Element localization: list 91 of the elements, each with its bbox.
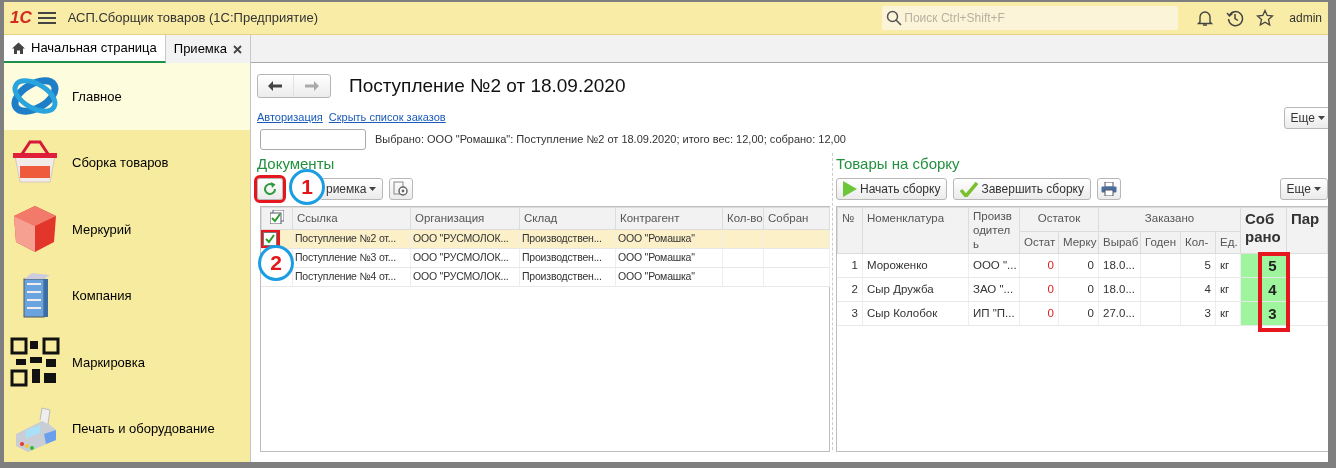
table-cell: ИП "П... (968, 301, 1020, 326)
forward-arrow-icon (305, 81, 319, 92)
table-cell: 5 (1180, 253, 1216, 278)
play-icon (843, 181, 857, 197)
table-cell: ООО "РУСМОЛОК... (410, 248, 520, 268)
selection-summary: Выбрано: ООО "Ромашка": Поступление №2 от 18.09.2020; итого вес: 12,00; собрано: 12,00 (375, 131, 846, 147)
refresh-icon (263, 182, 277, 196)
table-cell: Поступление №4 от... (292, 267, 411, 287)
logo: 1С (10, 7, 32, 30)
column-header[interactable]: Склад (519, 207, 616, 230)
table-cell: ООО "... (968, 253, 1020, 278)
sidebar-item[interactable]: Меркурий (4, 196, 250, 263)
sidebar-item[interactable]: Маркировка (4, 329, 250, 396)
callout-marker: 1 (289, 168, 325, 205)
table-cell: Производствен... (519, 267, 616, 287)
caret-icon (1318, 115, 1325, 120)
table-cell: ООО "Ромашка" (615, 267, 723, 287)
input-field[interactable] (260, 128, 366, 150)
search-field[interactable]: Поиск Ctrl+Shift+F (882, 6, 1179, 30)
tab[interactable]: Приемка (165, 35, 251, 63)
column-header[interactable]: Ссылка (292, 207, 411, 230)
table-cell: 0 (1019, 253, 1059, 278)
column-header[interactable]: № (837, 207, 863, 254)
column-header[interactable]: Производитель (968, 207, 1020, 254)
back-arrow-icon (268, 81, 283, 92)
settings-button[interactable] (389, 178, 414, 200)
caret-icon (369, 187, 377, 191)
star-icon[interactable] (1256, 9, 1275, 27)
panel-title: Товары на сборку (836, 153, 961, 174)
check-all-icon[interactable] (270, 210, 284, 224)
caret-icon (1314, 187, 1321, 191)
sidebar-item[interactable]: Сборка товаров (4, 129, 250, 196)
print-button[interactable] (1096, 178, 1121, 200)
table-cell: Мороженко (862, 253, 969, 278)
table-cell: 18.0... (1098, 253, 1141, 278)
table-cell: 0 (1058, 301, 1099, 326)
column-header[interactable]: Собрано (1240, 207, 1287, 254)
close-icon[interactable] (233, 44, 242, 54)
toolbar-button[interactable]: Начать сборку (836, 178, 948, 200)
link[interactable]: Авторизация (257, 109, 323, 126)
tab[interactable]: Начальная страница (4, 35, 166, 63)
more-button[interactable]: Еще (1283, 106, 1328, 129)
column-header[interactable]: Собран (763, 207, 830, 230)
app-title: АСП.Сборщик товаров (1С:Предприятие) (67, 9, 319, 28)
checkbox[interactable] (263, 232, 278, 247)
table-cell: 3 (837, 301, 863, 326)
printer-icon (1100, 182, 1117, 196)
bell-icon[interactable] (1196, 9, 1215, 27)
column-header[interactable]: Заказано (1098, 207, 1241, 232)
filter-button[interactable]: риемка (319, 178, 384, 200)
qr-code-icon (10, 337, 60, 388)
table-cell: кг (1215, 253, 1241, 278)
checkmark-icon (960, 181, 979, 197)
table-cell: ООО "Ромашка" (615, 248, 723, 268)
column-header[interactable]: Пар (1286, 207, 1328, 254)
table-cell: Сыр Дружба (862, 277, 969, 302)
column-header[interactable]: Остаток (1019, 207, 1099, 232)
toolbar-button[interactable]: Завершить сборку (953, 178, 1091, 200)
table-cell: кг (1215, 301, 1241, 326)
table-cell: ЗАО "... (968, 277, 1020, 302)
settings-icon (393, 181, 410, 197)
user-name[interactable]: admin (1289, 9, 1322, 27)
form-title: Поступление №2 от 18.09.2020 (349, 74, 626, 98)
history-icon[interactable] (1226, 9, 1245, 27)
table-cell: 3 (1180, 301, 1216, 326)
column-header[interactable]: Номенклатура (862, 207, 969, 254)
home-icon (12, 42, 25, 54)
table-cell: 27.0... (1098, 301, 1141, 326)
column-header[interactable]: Кол-во (722, 207, 764, 230)
column-header[interactable]: Организация (410, 207, 520, 230)
link[interactable]: Скрыть список заказов (328, 109, 446, 126)
table-cell: 0 (1019, 277, 1059, 302)
table-cell: 4 (1180, 277, 1216, 302)
callout-marker: 2 (258, 244, 294, 281)
table-cell: 0 (1019, 301, 1059, 326)
sidebar-item[interactable]: Компания (4, 262, 250, 329)
more-button[interactable]: Еще (1279, 178, 1328, 200)
sidebar-item[interactable]: Печать и оборудование (4, 395, 250, 462)
table-cell: Сыр Колобок (862, 301, 969, 326)
table-cell: 0 (1058, 253, 1099, 278)
table-cell: 1 (837, 253, 863, 278)
column-header[interactable]: Контрагент (615, 207, 723, 230)
table-cell: Производствен... (519, 248, 616, 268)
refresh-button[interactable] (257, 178, 283, 200)
menu-button[interactable] (37, 11, 56, 25)
table-cell: 2 (837, 277, 863, 302)
table-cell: 0 (1058, 277, 1099, 302)
table-cell: кг (1215, 277, 1241, 302)
sidebar-item[interactable]: Главное (4, 63, 250, 130)
table-cell: ООО "РУСМОЛОК... (410, 267, 520, 287)
table-cell: 18.0... (1098, 277, 1141, 302)
